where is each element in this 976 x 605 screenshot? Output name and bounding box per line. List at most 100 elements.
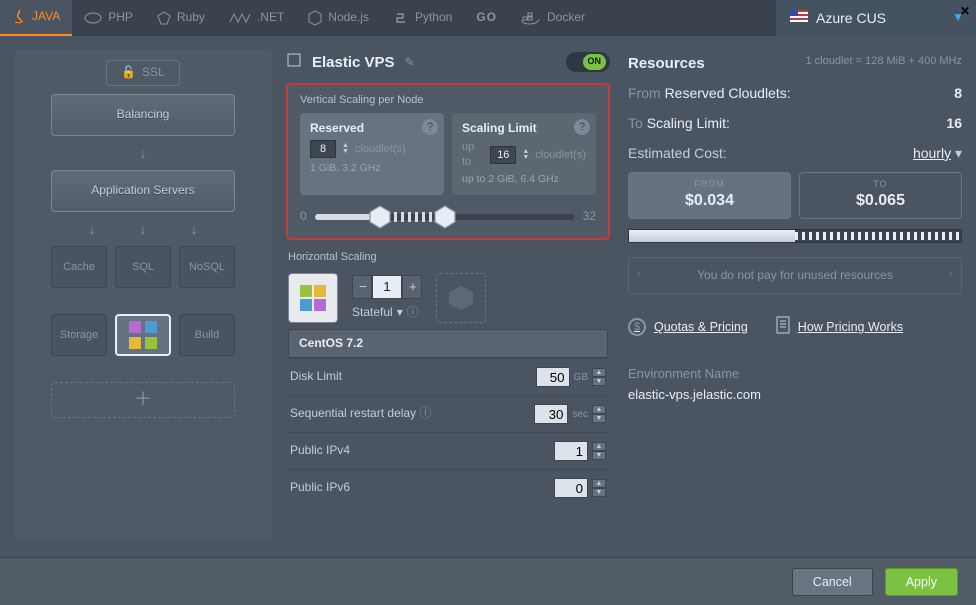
disk-unit: GB [574, 371, 588, 384]
cloudlet-equation: 1 cloudlet = 128 MiB + 400 MHz [805, 54, 962, 68]
how-pricing-works-link[interactable]: How Pricing Works [776, 316, 903, 338]
tab-label: Node.js [328, 10, 369, 26]
arrow-down-icon: ↓ [140, 220, 147, 238]
tab-ruby[interactable]: Ruby [145, 0, 217, 36]
tab-python[interactable]: Python [381, 0, 464, 36]
cancel-button[interactable]: Cancel [792, 568, 873, 596]
cost-to-box: TO $0.065 [799, 172, 962, 218]
vm-instance-icon[interactable] [288, 273, 338, 323]
tab-docker[interactable]: Docker [509, 0, 597, 36]
help-icon[interactable]: ? [574, 119, 590, 135]
from-prefix: From [628, 85, 661, 101]
cost-from-box: FROM $0.034 [628, 172, 791, 218]
ssl-toggle[interactable]: 🔓 SSL [106, 60, 180, 86]
how-pricing-label: How Pricing Works [798, 319, 903, 335]
docker-icon [521, 11, 541, 25]
help-icon[interactable]: ⓘ [407, 305, 419, 321]
node-type-icon [286, 52, 302, 73]
ipv4-input[interactable] [554, 441, 588, 461]
vps-block-selected[interactable] [115, 314, 171, 356]
storage-block[interactable]: Storage [51, 314, 107, 356]
limit-sub-prefix: up to [462, 173, 485, 185]
tab-node[interactable]: Node.js [296, 0, 381, 36]
delay-unit: sec [572, 408, 588, 421]
environment-name-label: Environment Name [628, 366, 962, 383]
arrow-down-icon: ↓ [89, 220, 96, 238]
build-block[interactable]: Build [179, 314, 235, 356]
node-config-panel: Elastic VPS ✎ ON Vertical Scaling per No… [286, 50, 610, 540]
reserved-sub: 1 GiB, 3.2 GHz [310, 162, 434, 176]
close-icon[interactable]: ✕ [960, 4, 970, 20]
quotas-label: Quotas & Pricing [654, 319, 748, 335]
tab-label: Ruby [177, 10, 205, 26]
disk-limit-label: Disk Limit [290, 369, 342, 385]
decrement-button[interactable]: − [352, 275, 372, 299]
instance-count-input[interactable] [372, 275, 402, 299]
chevron-right-icon[interactable]: › [949, 266, 953, 282]
region-label: Azure CUS [816, 9, 886, 27]
ssl-label: SSL [142, 65, 165, 81]
limit-unit: cloudlet(s) [535, 148, 586, 162]
spinner-icon[interactable]: ▲▼ [592, 368, 606, 386]
balancing-block[interactable]: Balancing [51, 94, 235, 136]
spinner-icon[interactable]: ▲▼ [592, 405, 606, 423]
add-layer-button[interactable]: ＋ [51, 382, 235, 418]
dotnet-icon [229, 12, 251, 24]
tab-java[interactable]: JAVA [0, 0, 72, 36]
reserved-input[interactable] [310, 140, 336, 158]
arrow-down-icon: ↓ [140, 144, 147, 162]
appservers-label: Application Servers [91, 183, 194, 199]
spinner-icon[interactable]: ▲▼ [592, 442, 606, 460]
ipv6-input[interactable] [554, 478, 588, 498]
ipv6-label: Public IPv6 [290, 480, 350, 496]
to-prefix: To [628, 115, 643, 131]
nosql-block[interactable]: NoSQL [179, 246, 235, 288]
appservers-block[interactable]: Application Servers [51, 170, 235, 212]
help-icon[interactable]: ? [422, 119, 438, 135]
spinner-icon[interactable]: ▲▼ [522, 149, 529, 161]
php-icon [84, 11, 102, 25]
sql-label: SQL [132, 260, 154, 274]
help-icon[interactable]: ⓘ [419, 406, 431, 420]
chevron-down-icon[interactable]: ▾ [397, 305, 403, 321]
add-instance-placeholder[interactable] [436, 273, 486, 323]
os-selector[interactable]: CentOS 7.2 [288, 329, 608, 359]
region-selector[interactable]: Azure CUS ▼ [776, 0, 976, 36]
cache-block[interactable]: Cache [51, 246, 107, 288]
tab-dotnet[interactable]: .NET [217, 0, 296, 36]
disk-limit-input[interactable] [536, 367, 570, 387]
instance-count-stepper[interactable]: − + [352, 275, 422, 299]
tab-go[interactable]: GO [464, 0, 509, 36]
usage-bar [628, 229, 962, 243]
apply-button[interactable]: Apply [885, 568, 958, 596]
chevron-left-icon[interactable]: ‹ [637, 266, 641, 282]
limit-knob[interactable] [432, 204, 458, 230]
spinner-icon[interactable]: ▲▼ [342, 143, 349, 155]
lock-icon: 🔓 [121, 65, 136, 81]
ruby-icon [157, 11, 171, 25]
from-value: 8 [954, 84, 962, 102]
node-power-toggle[interactable]: ON [566, 52, 610, 72]
python-icon [393, 10, 409, 26]
dialog-footer: Cancel Apply [0, 557, 976, 605]
restart-delay-input[interactable] [534, 404, 568, 424]
spinner-icon[interactable]: ▲▼ [592, 479, 606, 497]
document-icon [776, 316, 790, 338]
arrow-down-icon: ↓ [191, 220, 198, 238]
from-label: Reserved Cloudlets: [665, 85, 791, 101]
tab-php[interactable]: PHP [72, 0, 145, 36]
cost-period-selector[interactable]: hourly ▾ [913, 144, 962, 162]
reserved-card: ? Reserved ▲▼ cloudlet(s) 1 GiB, 3.2 GHz [300, 113, 444, 195]
sql-block[interactable]: SQL [115, 246, 171, 288]
dollar-icon: $ [628, 318, 646, 336]
limit-input[interactable] [490, 146, 516, 164]
reserved-knob[interactable] [367, 204, 393, 230]
switch-on-label: ON [583, 54, 607, 70]
os-label: CentOS 7.2 [299, 336, 363, 350]
cost-panel: Resources 1 cloudlet = 128 MiB + 400 MHz… [624, 50, 976, 540]
node-title: Elastic VPS [312, 53, 395, 73]
increment-button[interactable]: + [402, 275, 422, 299]
quotas-pricing-link[interactable]: $ Quotas & Pricing [628, 316, 748, 338]
edit-icon[interactable]: ✎ [405, 55, 415, 71]
cloudlet-slider[interactable] [315, 214, 575, 220]
